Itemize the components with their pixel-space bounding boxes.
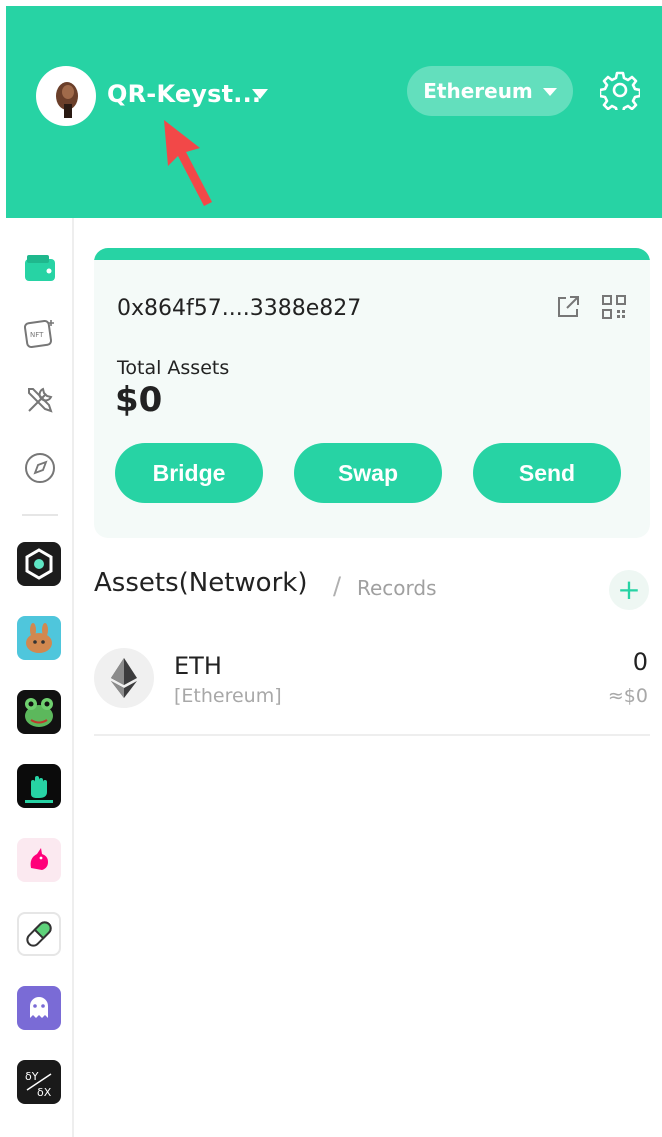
red-arrow-annotation (164, 120, 212, 206)
asset-symbol: ETH (174, 652, 222, 680)
sidebar-dapp-8[interactable]: δY δX (17, 1060, 61, 1104)
pancakeswap-icon (26, 623, 52, 653)
sidebar-dapp-6[interactable] (17, 912, 61, 956)
sidebar-item-wallet[interactable] (20, 248, 60, 288)
account-avatar[interactable] (36, 66, 96, 126)
asset-logo (94, 648, 154, 708)
qr-code-icon[interactable] (600, 293, 628, 321)
svg-text:δY: δY (25, 1070, 39, 1083)
sidebar-dapp-2[interactable] (17, 616, 61, 660)
external-link-icon[interactable] (554, 293, 582, 321)
settings-gear-icon[interactable] (600, 70, 640, 110)
tab-separator: / (333, 572, 342, 600)
svg-text:δX: δX (37, 1086, 52, 1099)
card-accent-bar (94, 248, 650, 260)
unicorn-icon (30, 848, 48, 870)
sidebar-item-tools[interactable] (20, 380, 60, 420)
plus-icon: + (617, 573, 641, 606)
wallet-card: 0x864f57....3388e827 Total Assets $0 Bri… (94, 248, 650, 538)
network-label: Ethereum (423, 79, 533, 103)
svg-text:NFT: NFT (30, 331, 44, 339)
tab-assets-network[interactable]: Assets(Network) (94, 568, 307, 598)
ghost-icon (30, 997, 48, 1018)
send-button[interactable]: Send (473, 443, 621, 503)
fraction-icon: δY δX (25, 1070, 52, 1099)
bridge-button[interactable]: Bridge (115, 443, 263, 503)
network-selector[interactable]: Ethereum (407, 66, 573, 116)
frog-icon (25, 698, 53, 727)
dapp-cube-icon (25, 548, 53, 580)
total-assets-label: Total Assets (117, 357, 230, 379)
sidebar-dapp-4[interactable] (17, 764, 61, 808)
sidebar-divider (22, 514, 58, 516)
account-name[interactable]: QR-Keyst... (107, 80, 261, 108)
sidebar-dapp-1[interactable] (17, 542, 61, 586)
asset-row[interactable]: ETH [Ethereum] 0 ≈$0 (94, 640, 650, 736)
tools-icon (28, 387, 53, 413)
swap-button[interactable]: Swap (294, 443, 442, 503)
hand-icon (25, 776, 53, 803)
sidebar-item-discover[interactable] (20, 448, 60, 488)
network-dropdown-icon (542, 88, 557, 96)
wallet-address[interactable]: 0x864f57....3388e827 (117, 296, 361, 321)
nft-icon: NFT (23, 319, 54, 349)
ethereum-icon (111, 658, 137, 698)
asset-amount: 0 (632, 648, 648, 676)
add-asset-button[interactable]: + (609, 570, 649, 610)
total-assets-value: $0 (115, 380, 163, 420)
pill-icon (26, 921, 52, 947)
sidebar-dapp-7[interactable] (17, 986, 61, 1030)
sidebar: NFT δY δX (0, 218, 74, 1137)
account-dropdown-icon[interactable] (252, 89, 268, 99)
sidebar-dapp-5[interactable] (17, 838, 61, 882)
asset-network: [Ethereum] (174, 685, 282, 707)
sidebar-dapp-3[interactable] (17, 690, 61, 734)
header: QR-Keyst... Ethereum (6, 6, 662, 218)
asset-fiat-value: ≈$0 (607, 685, 648, 707)
compass-icon (25, 453, 55, 483)
tab-records[interactable]: Records (357, 576, 437, 600)
sidebar-item-nft[interactable]: NFT (20, 313, 60, 353)
avatar-image (56, 82, 78, 118)
wallet-icon (25, 255, 55, 281)
